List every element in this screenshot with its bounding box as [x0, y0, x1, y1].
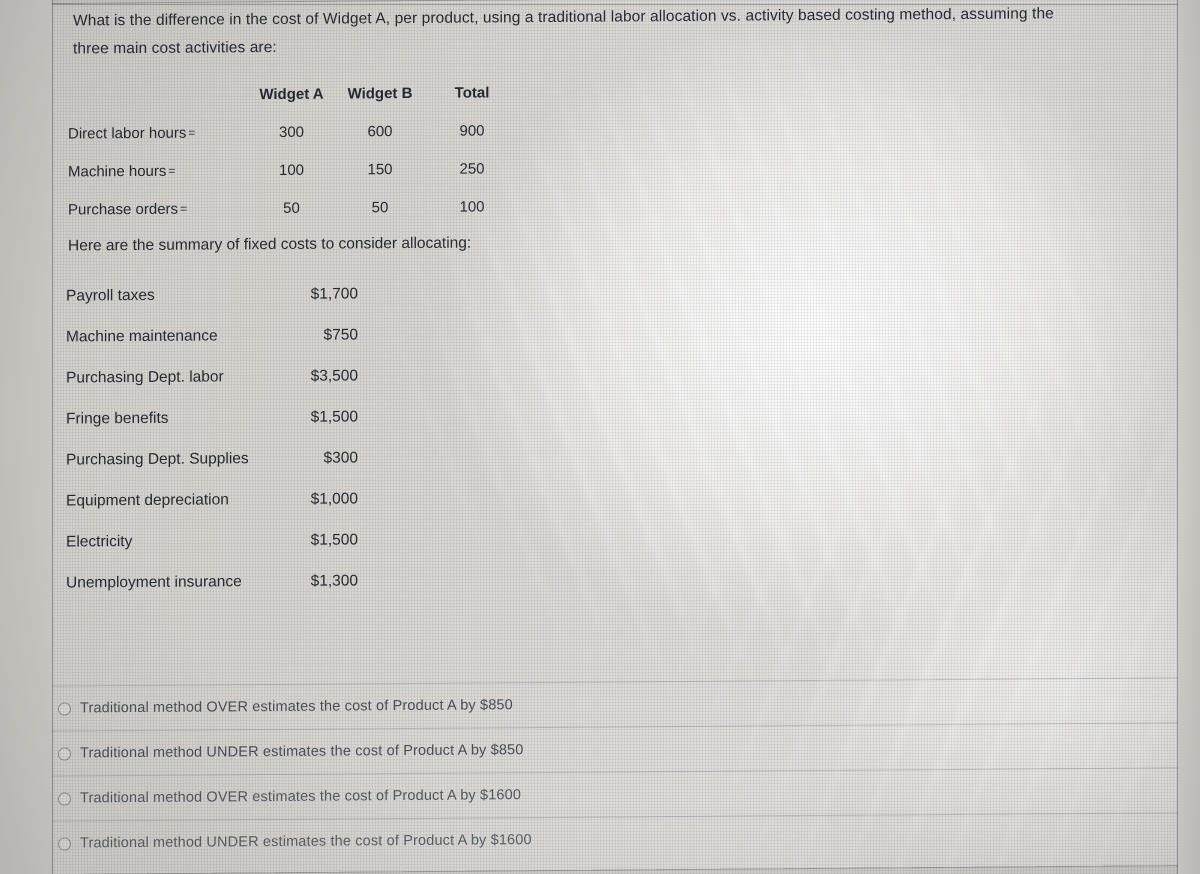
table-row: Fringe benefits $1,500 [66, 396, 358, 439]
table-row: Machine hours = 100 150 250 [68, 149, 518, 190]
cost-amount-electricity: $1,500 [310, 530, 358, 549]
answer-options-list: Traditional method OVER estimates the co… [0, 677, 1200, 866]
cell-machine-hours-total: 250 [459, 159, 485, 178]
cell-purchase-orders-total: 100 [459, 197, 485, 216]
cost-label-purchasing-dept-supplies: Purchasing Dept. Supplies [66, 449, 249, 469]
table-row: Direct labor hours = 300 600 900 [68, 111, 518, 152]
table-row: Purchasing Dept. labor $3,500 [66, 355, 358, 398]
cost-label-fringe-benefits: Fringe benefits [66, 409, 169, 428]
column-header-widget-b: Widget B [347, 84, 413, 102]
column-header-total: Total [454, 83, 490, 102]
activity-driver-table-head: Widget A Widget B Total [68, 73, 518, 114]
question-prompt: What is the difference in the cost of Wi… [73, 0, 1163, 63]
cost-amount-machine-maintenance: $750 [323, 325, 358, 344]
cost-amount-purchasing-dept-labor: $3,500 [310, 366, 358, 385]
activity-driver-table-body: Direct labor hours = 300 600 900 Machine … [68, 111, 518, 228]
table-row: Payroll taxes $1,700 [66, 273, 358, 316]
table-row: Purchasing Dept. Supplies $300 [66, 437, 358, 480]
fixed-cost-summary-heading: Here are the summary of fixed costs to c… [68, 234, 472, 255]
row-label-text: Direct labor hours [68, 124, 187, 143]
cost-amount-unemployment-insurance: $1,300 [310, 571, 358, 590]
answer-option-label: Traditional method UNDER estimates the c… [80, 742, 524, 762]
cell-direct-labor-widget-b: 600 [367, 122, 393, 140]
activity-driver-table: Widget A Widget B Total Direct labor hou… [68, 73, 518, 228]
radio-button-icon[interactable] [58, 791, 71, 806]
equals-sign: = [188, 125, 196, 140]
left-gutter [0, 0, 52, 874]
table-row: Equipment depreciation $1,000 [66, 478, 358, 521]
table-row: Machine maintenance $750 [66, 314, 358, 357]
cost-amount-fringe-benefits: $1,500 [310, 407, 358, 426]
radio-button-icon[interactable] [58, 746, 71, 761]
row-label-text: Machine hours [68, 162, 167, 181]
cell-direct-labor-widget-a: 300 [278, 123, 305, 141]
photographed-screen: What is the difference in the cost of Wi… [0, 0, 1200, 874]
cost-label-unemployment-insurance: Unemployment insurance [66, 572, 242, 592]
radio-button-icon[interactable] [58, 701, 71, 716]
cost-label-payroll-taxes: Payroll taxes [66, 286, 155, 305]
answer-option-label: Traditional method OVER estimates the co… [80, 787, 522, 807]
table-row: Purchase orders = 50 50 100 [68, 187, 518, 228]
radio-button-icon[interactable] [58, 836, 71, 851]
cost-label-electricity: Electricity [66, 532, 133, 551]
cost-amount-purchasing-dept-supplies: $300 [323, 448, 358, 467]
answer-option-label: Traditional method OVER estimates the co… [80, 697, 513, 717]
row-label-purchase-orders: Purchase orders = [68, 189, 249, 228]
equals-sign: = [168, 163, 176, 178]
equals-sign: = [180, 201, 188, 216]
content-top-border [52, 4, 1185, 5]
cost-amount-payroll-taxes: $1,700 [310, 284, 358, 303]
cell-purchase-orders-widget-a: 50 [283, 199, 300, 217]
right-gutter [1178, 0, 1200, 874]
row-label-machine-hours: Machine hours = [68, 151, 249, 190]
table-row: Unemployment insurance $1,300 [66, 560, 358, 603]
answer-option-label: Traditional method UNDER estimates the c… [80, 832, 532, 852]
cost-label-purchasing-dept-labor: Purchasing Dept. labor [66, 367, 224, 387]
table-row: Electricity $1,500 [66, 519, 358, 562]
answer-option-4[interactable]: Traditional method UNDER estimates the c… [0, 812, 1178, 866]
question-content: What is the difference in the cost of Wi… [0, 0, 1200, 874]
row-label-text: Purchase orders [68, 200, 179, 219]
content-left-border [52, 0, 53, 874]
cell-machine-hours-widget-a: 100 [278, 161, 305, 179]
cell-machine-hours-widget-b: 150 [367, 160, 393, 178]
column-header-widget-a: Widget A [259, 85, 324, 103]
cost-amount-equipment-depreciation: $1,000 [310, 489, 358, 508]
fixed-cost-table-body: Payroll taxes $1,700 Machine maintenance… [66, 273, 358, 603]
column-header-blank [68, 75, 249, 114]
table-header-row: Widget A Widget B Total [68, 73, 518, 114]
cost-label-machine-maintenance: Machine maintenance [66, 326, 218, 346]
fixed-cost-table: Payroll taxes $1,700 Machine maintenance… [66, 273, 358, 603]
cell-purchase-orders-widget-b: 50 [371, 198, 389, 216]
cell-direct-labor-total: 900 [459, 121, 485, 140]
row-label-direct-labor-hours: Direct labor hours = [68, 113, 249, 152]
cost-label-equipment-depreciation: Equipment depreciation [66, 490, 229, 510]
